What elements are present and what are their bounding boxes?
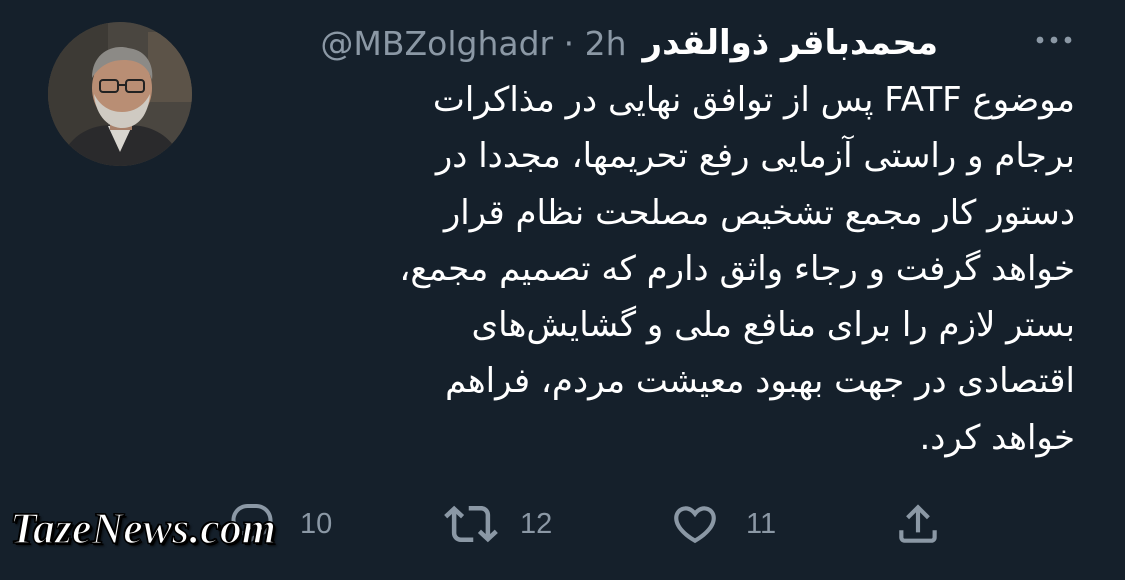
retweet-button[interactable]: 12 xyxy=(444,496,552,552)
tweet-header: محمدباقر ذوالقدر @MBZolghadr · 2h xyxy=(320,18,938,68)
share-icon xyxy=(899,504,937,543)
author-meta: @MBZolghadr · 2h xyxy=(320,24,626,63)
tweet-time[interactable]: 2h xyxy=(585,24,627,63)
meta-separator: · xyxy=(563,23,575,63)
author-display-name[interactable]: محمدباقر ذوالقدر xyxy=(643,23,938,63)
more-icon xyxy=(1036,36,1072,44)
retweet-count: 12 xyxy=(520,507,553,540)
like-count: 11 xyxy=(746,507,777,540)
heart-icon xyxy=(674,506,716,544)
author-handle[interactable]: @MBZolghadr xyxy=(320,24,553,63)
like-button[interactable]: 11 xyxy=(670,496,776,552)
share-button[interactable] xyxy=(893,496,943,552)
reply-count: 10 xyxy=(300,507,333,540)
retweet-icon xyxy=(444,505,498,543)
avatar-image xyxy=(48,22,192,166)
avatar[interactable] xyxy=(48,22,192,166)
tweet: محمدباقر ذوالقدر @MBZolghadr · 2h موضوع … xyxy=(0,0,1125,580)
tweet-text: موضوع FATF پس از توافق نهایی در مذاکرات … xyxy=(399,80,1075,458)
watermark: TazeNews.com xyxy=(9,503,277,554)
more-button[interactable] xyxy=(1030,20,1078,60)
